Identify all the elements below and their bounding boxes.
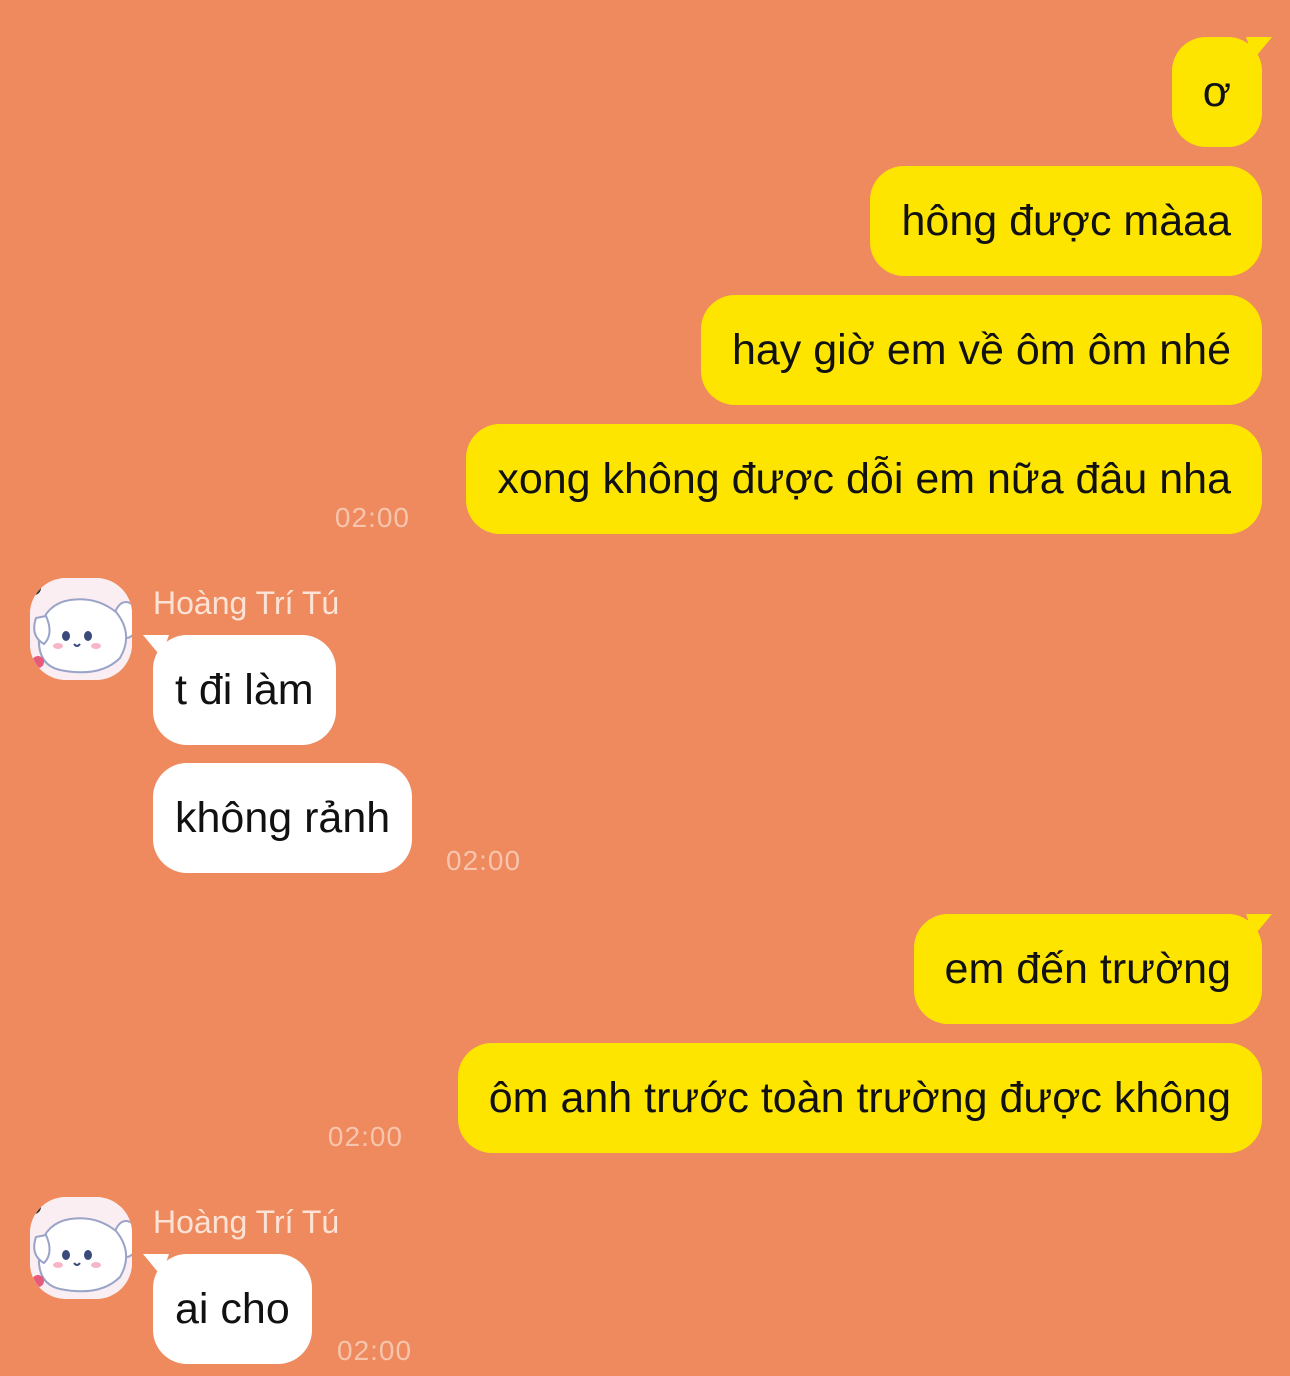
sender-avatar[interactable] [30,1197,132,1299]
message-text: hông được màaa [901,197,1231,245]
incoming-message[interactable]: ai cho [153,1254,312,1364]
message-text: xong không được dỗi em nữa đâu nha [497,455,1231,503]
outgoing-message[interactable]: xong không được dỗi em nữa đâu nha [466,424,1262,534]
incoming-message[interactable]: t đi làm [153,635,336,745]
cinnamoroll-avatar-icon [30,1197,132,1299]
chat-thread: ơ hông được màaa hay giờ em về ôm ôm nhé… [0,0,1290,1376]
outgoing-message[interactable]: hông được màaa [870,166,1262,276]
sender-name: Hoàng Trí Tú [153,1204,340,1240]
message-text: hay giờ em về ôm ôm nhé [731,326,1231,374]
message-timestamp: 02:00 [446,845,522,876]
outgoing-message[interactable]: hay giờ em về ôm ôm nhé [700,295,1262,405]
incoming-message[interactable]: không rảnh [153,763,413,873]
message-timestamp: 02:00 [337,1335,413,1366]
message-text: ơ [1202,68,1231,116]
outgoing-message[interactable]: ơ [1171,37,1262,147]
outgoing-message[interactable]: ôm anh trước toàn trường được không [457,1043,1262,1153]
sender-name: Hoàng Trí Tú [153,585,340,621]
outgoing-message[interactable]: em đến trường [913,914,1262,1024]
message-text: ôm anh trước toàn trường được không [488,1074,1231,1122]
message-text: ai cho [175,1285,290,1333]
message-text: t đi làm [175,666,314,714]
cinnamoroll-avatar-icon [30,578,132,680]
message-text: em đến trường [944,945,1231,993]
sender-avatar[interactable] [30,578,132,680]
message-text: không rảnh [175,794,391,842]
message-timestamp: 02:00 [334,502,410,533]
message-timestamp: 02:00 [327,1121,403,1152]
